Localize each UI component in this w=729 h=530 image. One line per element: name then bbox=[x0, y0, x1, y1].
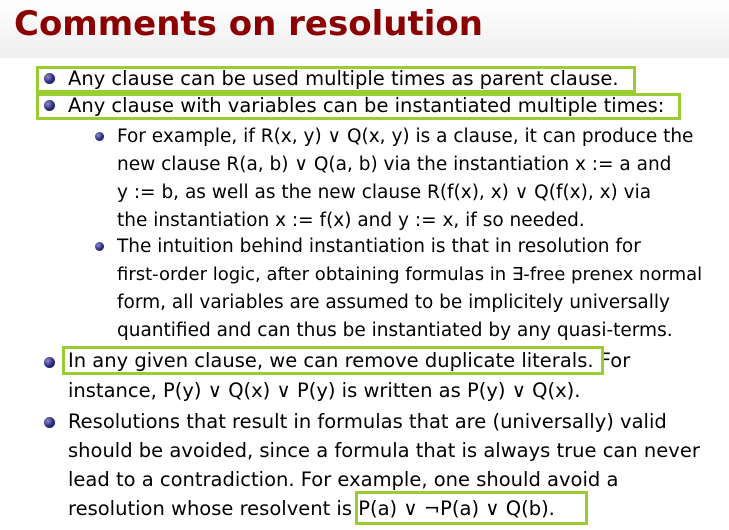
item-4-line-2: should be avoided, since a formula that … bbox=[68, 439, 700, 462]
sub-2-line-4: quantified and can thus be instantiated … bbox=[117, 320, 673, 341]
item-4-line-1: Resolutions that result in formulas that… bbox=[68, 410, 667, 433]
sub-2-line-3: form, all variables are assumed to be im… bbox=[117, 292, 670, 313]
bullet-icon bbox=[44, 357, 55, 368]
item-4-line-3: lead to a contradiction. For example, on… bbox=[68, 468, 619, 491]
highlight-box-resolvent bbox=[355, 491, 588, 525]
sub-2-line-2: first-order logic, after obtaining formu… bbox=[117, 264, 703, 285]
slide-title: Comments on resolution bbox=[14, 4, 483, 44]
highlight-box-parent-clause bbox=[36, 66, 636, 93]
highlight-box-instantiation bbox=[36, 93, 681, 120]
highlight-box-duplicate-literals bbox=[62, 346, 604, 375]
sub-1-line-4: the instantiation x := f(x) and y := x, … bbox=[117, 210, 585, 231]
sub-1-line-1: For example, if R(x, y) ∨ Q(x, y) is a c… bbox=[117, 126, 694, 147]
title-bar: Comments on resolution bbox=[0, 0, 729, 58]
sub-1-line-2: new clause R(a, b) ∨ Q(a, b) via the ins… bbox=[117, 154, 672, 175]
bullet-icon bbox=[44, 417, 55, 428]
sub-bullet-icon bbox=[95, 132, 104, 141]
sub-1-line-3: y := b, as well as the new clause R(f(x)… bbox=[117, 182, 652, 203]
item-3-line-2: instance, P(y) ∨ Q(x) ∨ P(y) is written … bbox=[68, 379, 581, 402]
sub-2-line-1: The intuition behind instantiation is th… bbox=[117, 236, 641, 257]
sub-bullet-icon bbox=[95, 242, 104, 251]
